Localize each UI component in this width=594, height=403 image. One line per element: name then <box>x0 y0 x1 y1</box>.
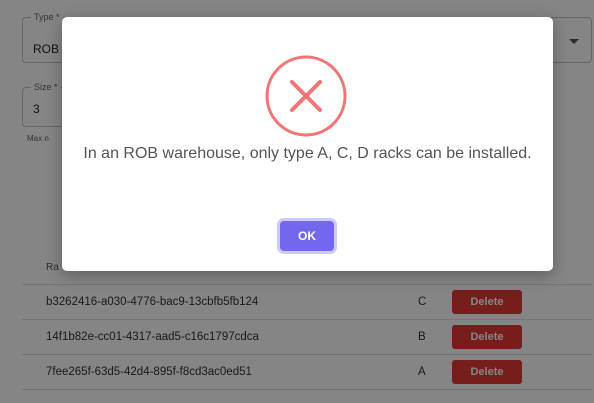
error-dialog: In an ROB warehouse, only type A, C, D r… <box>62 17 553 271</box>
ok-button[interactable]: OK <box>280 221 334 251</box>
error-x-icon <box>265 55 347 137</box>
dialog-message: In an ROB warehouse, only type A, C, D r… <box>83 145 532 162</box>
